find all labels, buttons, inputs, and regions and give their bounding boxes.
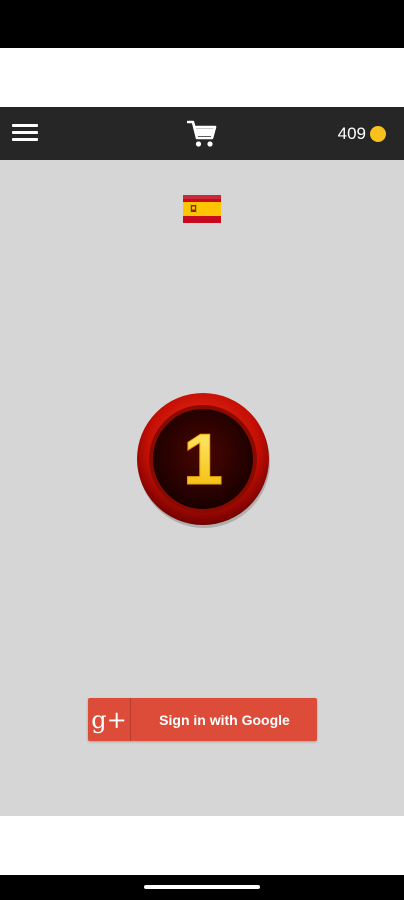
home-indicator[interactable] xyxy=(144,885,260,889)
coin-balance: 409 xyxy=(338,122,386,146)
level-number: 1 xyxy=(183,420,223,500)
main-content: 1 g+ Sign in with Google xyxy=(0,160,404,816)
spain-flag-icon[interactable] xyxy=(183,195,221,223)
bottom-banner-area xyxy=(0,816,404,875)
google-plus-icon: g+ xyxy=(88,698,131,741)
menu-icon[interactable] xyxy=(12,123,38,143)
toolbar: 409 xyxy=(0,107,404,160)
status-bar xyxy=(0,0,404,48)
signin-label: Sign in with Google xyxy=(159,711,290,728)
system-nav-bar xyxy=(0,875,404,900)
level-badge[interactable]: 1 xyxy=(136,392,272,528)
coin-icon xyxy=(370,126,386,142)
coin-count: 409 xyxy=(337,124,366,143)
google-signin-button[interactable]: g+ Sign in with Google xyxy=(88,698,317,741)
cart-icon[interactable] xyxy=(187,120,217,148)
top-banner-area xyxy=(0,48,404,107)
